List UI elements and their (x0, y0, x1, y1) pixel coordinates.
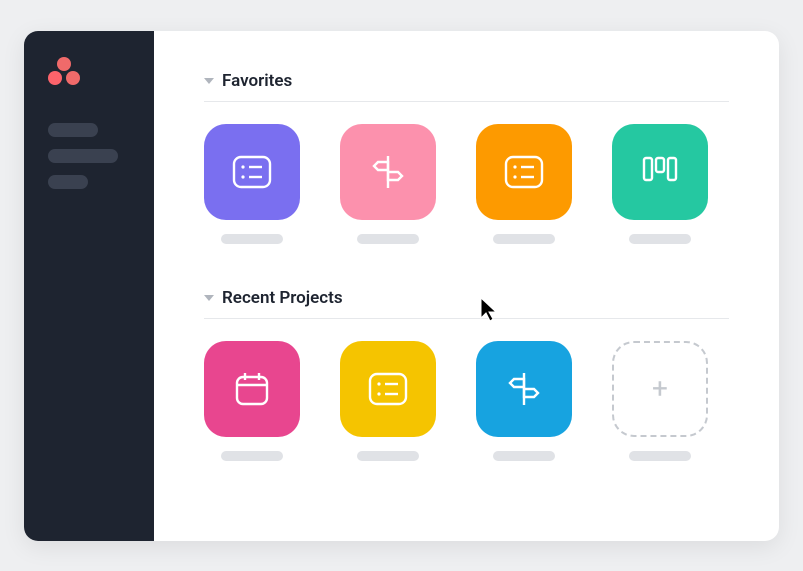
signpost-icon (368, 152, 408, 192)
tile-label (493, 234, 555, 244)
logo[interactable] (48, 57, 80, 87)
tile-label (357, 234, 419, 244)
add-tile[interactable]: + (612, 341, 708, 437)
tile-label (629, 451, 691, 461)
project-tile[interactable] (476, 124, 572, 244)
project-tile[interactable] (204, 341, 300, 461)
sidebar-item-2[interactable] (48, 149, 118, 163)
tile-card[interactable] (476, 124, 572, 220)
divider (204, 318, 729, 319)
tile-label (221, 451, 283, 461)
project-tile[interactable] (340, 124, 436, 244)
sidebar-item-3[interactable] (48, 175, 88, 189)
list-icon (232, 155, 272, 189)
app-window: Favorites (24, 31, 779, 541)
project-tile[interactable] (476, 341, 572, 461)
tile-card[interactable] (340, 341, 436, 437)
favorites-section: Favorites (204, 71, 729, 244)
favorites-title: Favorites (222, 71, 292, 91)
recent-tiles: + (204, 341, 729, 461)
tile-label (221, 234, 283, 244)
favorites-tiles (204, 124, 729, 244)
favorites-header[interactable]: Favorites (204, 71, 729, 91)
project-tile[interactable] (340, 341, 436, 461)
caret-down-icon (204, 295, 214, 301)
divider (204, 101, 729, 102)
recent-header[interactable]: Recent Projects (204, 288, 729, 308)
main-content: Favorites (154, 31, 779, 541)
tile-label (493, 451, 555, 461)
sidebar-item-1[interactable] (48, 123, 98, 137)
recent-title: Recent Projects (222, 288, 343, 308)
tile-card[interactable] (204, 124, 300, 220)
list-icon (368, 372, 408, 406)
signpost-icon (504, 369, 544, 409)
add-project-tile[interactable]: + (612, 341, 708, 461)
sidebar (24, 31, 154, 541)
tile-label (357, 451, 419, 461)
calendar-icon (233, 370, 271, 408)
project-tile[interactable] (612, 124, 708, 244)
tile-card[interactable] (612, 124, 708, 220)
plus-icon: + (652, 375, 668, 403)
list-icon (504, 155, 544, 189)
tile-card[interactable] (340, 124, 436, 220)
board-icon (640, 154, 680, 190)
tile-card[interactable] (476, 341, 572, 437)
project-tile[interactable] (204, 124, 300, 244)
caret-down-icon (204, 78, 214, 84)
tile-label (629, 234, 691, 244)
recent-section: Recent Projects (204, 288, 729, 461)
tile-card[interactable] (204, 341, 300, 437)
